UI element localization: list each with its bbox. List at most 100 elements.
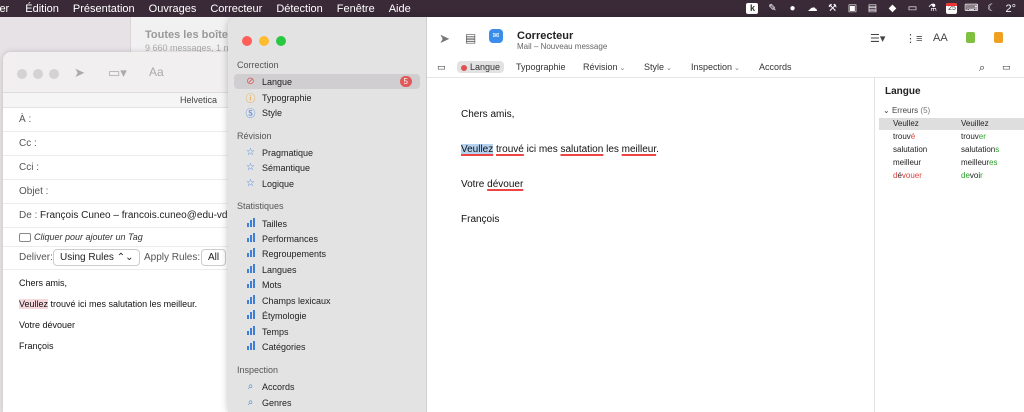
shield-icon[interactable]: ◆ (886, 3, 898, 14)
minimize-button[interactable] (259, 36, 269, 46)
zoom-button[interactable] (276, 36, 286, 46)
close-button[interactable] (17, 69, 27, 79)
text-editor[interactable]: Chers amis, Veullez trouvé ici mes salut… (427, 78, 874, 412)
zoom-button[interactable] (49, 69, 59, 79)
sidebar-item-pragmatique[interactable]: ☆ Pragmatique (234, 145, 420, 160)
error-suggestion[interactable]: Veuillez (961, 119, 989, 128)
menu-edition[interactable]: Édition (25, 3, 59, 15)
plain-text: . (656, 144, 659, 155)
error-suggestion[interactable]: devoir (961, 171, 983, 180)
error-suggestion[interactable]: trouver (961, 132, 986, 141)
menu-ouvrages[interactable]: Ouvrages (149, 3, 197, 15)
section-correction: Correction (237, 60, 279, 70)
font-name[interactable]: Helvetica (180, 95, 217, 105)
sidebar-item-typographie[interactable]: ⓘ Typographie (234, 90, 420, 106)
bcc-field[interactable]: Cci : (3, 156, 243, 180)
sidebar-item-mots[interactable]: Mots (234, 277, 420, 292)
sliders-icon[interactable]: ☰▾ (870, 32, 885, 45)
send-icon[interactable]: ➤ (439, 31, 450, 47)
hierarchy-icon[interactable]: ⋮≡ (905, 32, 922, 45)
font-size-icon[interactable]: AA (933, 32, 948, 44)
ball-icon[interactable]: ● (786, 3, 798, 14)
menu-fenetre[interactable]: Fenêtre (337, 3, 375, 15)
sidebar-item-logique[interactable]: ☆ Logique (234, 176, 420, 191)
tag-row[interactable]: Cliquer pour ajouter un Tag (19, 232, 143, 243)
sidebar-item-genres[interactable]: ⌕ Genres (234, 395, 420, 410)
menu-presentation[interactable]: Présentation (73, 3, 135, 15)
sidebar-item-regroupements[interactable]: Regroupements (234, 246, 420, 261)
cube-icon[interactable]: ▣ (846, 3, 858, 14)
flask-icon[interactable]: ⚗ (926, 3, 938, 14)
menu-aide[interactable]: Aide (389, 3, 411, 15)
sidebar-item-accords[interactable]: ⌕ Accords (234, 379, 420, 394)
green-book-icon[interactable] (966, 32, 975, 43)
tab-typographie[interactable]: Typographie (516, 62, 566, 72)
compose-body[interactable]: Chers amis, Veullez trouvé ici mes salut… (19, 278, 197, 362)
error-row[interactable]: meilleur meilleures (879, 157, 1024, 169)
compose-window: ➤ ▭▾ Aa Helvetica À : Cc : Cci : Objet :… (3, 52, 243, 412)
keyboard-icon[interactable]: ⌨ (964, 3, 978, 14)
cloud-icon[interactable]: ☁ (806, 3, 818, 14)
errors-group[interactable]: ⌄ Erreurs (5) (883, 106, 930, 115)
sidebar-item-label: Sémantique (262, 162, 311, 173)
close-button[interactable] (242, 36, 252, 46)
error-word[interactable]: meilleur (622, 144, 656, 155)
menu-fichier[interactable]: ier (0, 3, 9, 15)
error-word: trouvé (893, 132, 916, 141)
sidebar-item-categories[interactable]: Catégories (234, 339, 420, 354)
error-word[interactable]: dévouer (487, 179, 523, 190)
tab-accords[interactable]: Accords (759, 62, 792, 72)
app-menus: ier Édition Présentation Ouvrages Correc… (0, 3, 425, 15)
cc-field[interactable]: Cc : (3, 132, 243, 156)
status-area: k ✎ ● ☁ ⚒ ▣ ▤ ◆ ▭ ⚗ 25 ⌨ ☾ 2° (746, 0, 1016, 17)
lock-icon[interactable]: ▤ (866, 3, 878, 14)
sidebar-item-semantique[interactable]: ☆ Sémantique (234, 160, 420, 175)
moon-icon[interactable]: ☾ (985, 3, 997, 14)
to-field[interactable]: À : (3, 108, 243, 132)
tool-icon[interactable]: ⚒ (826, 3, 838, 14)
search-icon[interactable]: ⌕ (979, 62, 985, 75)
apply-rules-select[interactable]: All (201, 249, 227, 266)
calendar-icon[interactable]: 25 (946, 3, 958, 14)
bar-chart-icon (244, 294, 257, 307)
minimize-button[interactable] (33, 69, 43, 79)
error-suggestion[interactable]: salutations (961, 145, 999, 154)
format-icon[interactable]: Aa (149, 65, 164, 79)
document-icon[interactable]: ▤ (465, 31, 476, 45)
menu-detection[interactable]: Détection (276, 3, 322, 15)
window-icon[interactable]: ▭ (906, 3, 918, 14)
sidebar-item-temps[interactable]: Temps (234, 324, 420, 339)
error-row[interactable]: salutation salutations (879, 144, 1024, 156)
tab-style[interactable]: Style ⌄ (644, 62, 672, 72)
tab-langue[interactable]: Langue (457, 61, 505, 73)
error-row[interactable]: dévouer devoir (879, 170, 1024, 182)
sidebar-toggle-icon[interactable]: ▭ (437, 62, 446, 73)
sidebar-item-langues[interactable]: Langues (234, 262, 420, 277)
orange-book-icon[interactable] (994, 32, 1003, 43)
from-field[interactable]: De : François Cuneo – francois.cuneo@edu… (3, 204, 243, 228)
error-suggestion[interactable]: meilleures (961, 158, 997, 167)
tab-revision[interactable]: Révision ⌄ (583, 62, 625, 72)
sidebar-item-champs-lexicaux[interactable]: Champs lexicaux (234, 293, 420, 308)
error-dot-icon (461, 64, 467, 71)
menu-correcteur[interactable]: Correcteur (210, 3, 262, 15)
sidebar-item-style[interactable]: Ⓢ Style (234, 105, 420, 121)
sidebar-item-etymologie[interactable]: Étymologie (234, 308, 420, 323)
header-fields-icon[interactable]: ▭▾ (108, 65, 127, 81)
k-icon[interactable]: k (746, 3, 759, 14)
error-row[interactable]: trouvé trouver (879, 131, 1024, 143)
error-word[interactable]: salutation (561, 144, 604, 155)
panel-toggle-icon[interactable]: ▭ (1002, 62, 1011, 73)
sidebar-item-performances[interactable]: Performances (234, 231, 420, 246)
subject-field[interactable]: Objet : (3, 180, 243, 204)
from-value[interactable]: François Cuneo – francois.cuneo@edu-vd.c… (40, 210, 241, 221)
edit-icon[interactable]: ✎ (766, 3, 778, 14)
error-row[interactable]: Veullez Veuillez (879, 118, 1024, 130)
tab-inspection[interactable]: Inspection ⌄ (691, 62, 740, 72)
sidebar-item-tailles[interactable]: Tailles (234, 216, 420, 231)
sidebar-item-langue[interactable]: ⊘ Langue 5 (234, 74, 420, 89)
error-word[interactable]: Veullez (461, 144, 494, 155)
deliver-select[interactable]: Using Rules ⌃⌄ (53, 249, 141, 266)
send-icon[interactable]: ➤ (74, 65, 85, 81)
error-word[interactable]: trouvé (496, 144, 524, 155)
